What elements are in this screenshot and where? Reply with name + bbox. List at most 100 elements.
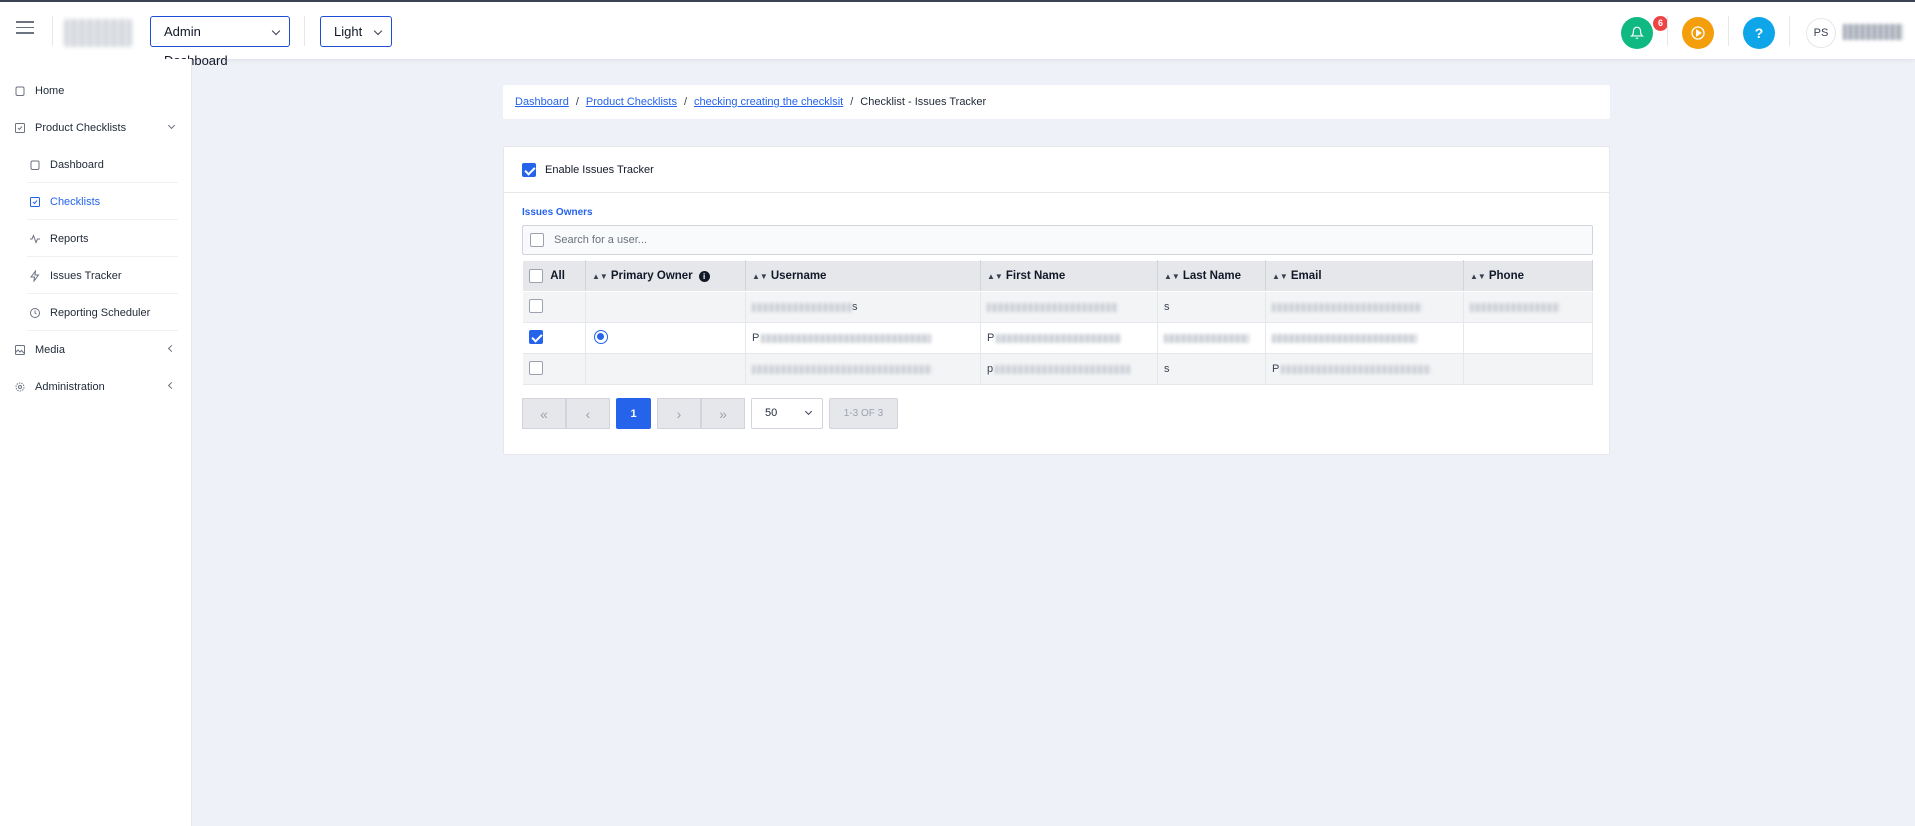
username-cell: s bbox=[745, 291, 981, 323]
play-button[interactable] bbox=[1682, 17, 1714, 49]
notifications-button[interactable] bbox=[1621, 17, 1653, 49]
page-size-select[interactable]: 50 bbox=[751, 398, 823, 429]
clock-icon bbox=[29, 307, 41, 319]
email-cell: P bbox=[1265, 353, 1464, 385]
column-label: Email bbox=[1290, 270, 1322, 282]
primary-owner-cell bbox=[585, 291, 746, 323]
sidebar-item-label: Administration bbox=[35, 380, 105, 393]
column-last-name[interactable]: ▲▼ Last Name bbox=[1157, 260, 1266, 292]
logo bbox=[64, 19, 132, 47]
sidebar-item-media[interactable]: Media bbox=[0, 331, 192, 368]
table-row[interactable]: P P bbox=[522, 322, 1593, 354]
row-select-cell bbox=[522, 353, 586, 385]
avatar[interactable]: PS bbox=[1806, 18, 1836, 48]
redacted-text bbox=[987, 302, 1117, 312]
column-label: All bbox=[550, 270, 565, 282]
select-all-checkbox[interactable] bbox=[529, 269, 543, 283]
checklist-icon bbox=[29, 196, 41, 208]
theme-select[interactable]: Light bbox=[320, 16, 392, 47]
lightning-icon bbox=[29, 269, 41, 282]
chevron-down-icon bbox=[373, 26, 383, 36]
sidebar-item-checklists[interactable]: Checklists bbox=[0, 183, 192, 220]
table-row[interactable]: s s bbox=[522, 291, 1593, 323]
sort-icon: ▲▼ bbox=[752, 272, 768, 281]
column-username[interactable]: ▲▼ Username bbox=[745, 260, 981, 292]
breadcrumb-link-product-checklists[interactable]: Product Checklists bbox=[586, 96, 677, 108]
user-name[interactable] bbox=[1843, 24, 1903, 40]
menu-icon[interactable] bbox=[16, 21, 34, 37]
prev-page-button[interactable]: ‹ bbox=[566, 398, 610, 429]
breadcrumb-separator: / bbox=[850, 96, 854, 108]
row-checkbox[interactable] bbox=[528, 360, 543, 375]
redacted-text bbox=[752, 302, 852, 312]
column-first-name[interactable]: ▲▼ First Name bbox=[980, 260, 1158, 292]
first-name-cell bbox=[980, 291, 1158, 323]
search-input[interactable] bbox=[554, 234, 1454, 246]
play-circle-icon bbox=[1691, 26, 1705, 40]
sidebar-item-reporting-scheduler[interactable]: Reporting Scheduler bbox=[0, 294, 192, 331]
sidebar-item-label: Issues Tracker bbox=[50, 269, 122, 282]
redacted-text bbox=[1281, 364, 1432, 374]
next-page-button[interactable]: › bbox=[657, 398, 701, 429]
search-select-checkbox[interactable] bbox=[530, 233, 544, 247]
issues-tracker-card: Enable Issues Tracker Issues Owners All … bbox=[503, 146, 1610, 455]
divider bbox=[1789, 16, 1790, 46]
first-name-cell: p bbox=[980, 353, 1158, 385]
phone-cell bbox=[1463, 322, 1593, 354]
row-checkbox[interactable] bbox=[528, 298, 543, 313]
primary-owner-radio[interactable] bbox=[594, 329, 608, 344]
sidebar-item-label: Checklists bbox=[50, 195, 101, 208]
username-visible: P bbox=[752, 332, 760, 344]
sort-icon: ▲▼ bbox=[592, 272, 608, 281]
redacted-text bbox=[1272, 333, 1417, 343]
first-name-visible: p bbox=[987, 363, 994, 375]
sidebar-item-reports[interactable]: Reports bbox=[0, 220, 192, 257]
column-all[interactable]: All bbox=[522, 260, 586, 292]
divider bbox=[304, 16, 305, 46]
email-cell bbox=[1265, 322, 1464, 354]
last-page-button[interactable]: » bbox=[701, 398, 745, 429]
column-label: Phone bbox=[1488, 270, 1524, 282]
sort-icon: ▲▼ bbox=[1470, 272, 1486, 281]
column-label: Username bbox=[770, 270, 827, 282]
chevron-down-icon bbox=[271, 26, 281, 36]
theme-select-value: Light bbox=[334, 24, 363, 39]
chevron-left-icon bbox=[167, 344, 176, 353]
column-email[interactable]: ▲▼ Email bbox=[1265, 260, 1464, 292]
email-cell bbox=[1265, 291, 1464, 323]
redacted-text bbox=[1272, 302, 1422, 312]
sidebar-item-administration[interactable]: Administration bbox=[0, 368, 192, 405]
divider bbox=[1667, 16, 1668, 46]
breadcrumb-link-checklist[interactable]: checking creating the checklsit bbox=[694, 96, 843, 108]
column-label: Last Name bbox=[1182, 270, 1242, 282]
enable-issues-tracker-checkbox[interactable] bbox=[522, 162, 536, 177]
gear-icon bbox=[14, 381, 26, 393]
sidebar-item-product-checklists[interactable]: Product Checklists bbox=[0, 109, 192, 146]
redacted-text bbox=[1470, 302, 1560, 312]
user-search bbox=[522, 225, 1593, 255]
divider bbox=[1728, 16, 1729, 46]
dashboard-select[interactable]: Admin Dashboard bbox=[150, 16, 290, 68]
sidebar-item-home[interactable]: Home bbox=[0, 72, 192, 109]
page-button[interactable]: 1 bbox=[616, 398, 651, 429]
sidebar-item-label: Reports bbox=[50, 232, 89, 245]
sidebar-item-issues-tracker[interactable]: Issues Tracker bbox=[0, 257, 192, 294]
primary-owner-cell bbox=[585, 322, 746, 354]
row-checkbox[interactable] bbox=[528, 329, 543, 344]
first-page-button[interactable]: « bbox=[522, 398, 566, 429]
page-range: 1-3 OF 3 bbox=[829, 398, 898, 429]
breadcrumb-link-dashboard[interactable]: Dashboard bbox=[515, 96, 569, 108]
column-primary-owner[interactable]: ▲▼ Primary Owner i bbox=[585, 260, 746, 292]
column-phone[interactable]: ▲▼ Phone bbox=[1463, 260, 1593, 292]
last-name-cell bbox=[1157, 322, 1266, 354]
redacted-text bbox=[996, 333, 1122, 343]
sidebar-item-dashboard[interactable]: Dashboard bbox=[0, 146, 192, 183]
help-icon: ? bbox=[1754, 25, 1764, 41]
sidebar-item-label: Media bbox=[35, 343, 65, 356]
help-button[interactable]: ? bbox=[1743, 17, 1775, 49]
table-row[interactable]: p s P bbox=[522, 353, 1593, 385]
info-icon[interactable]: i bbox=[698, 271, 710, 282]
row-select-cell bbox=[522, 291, 586, 323]
activity-icon bbox=[29, 233, 41, 245]
redacted-text bbox=[761, 333, 932, 343]
